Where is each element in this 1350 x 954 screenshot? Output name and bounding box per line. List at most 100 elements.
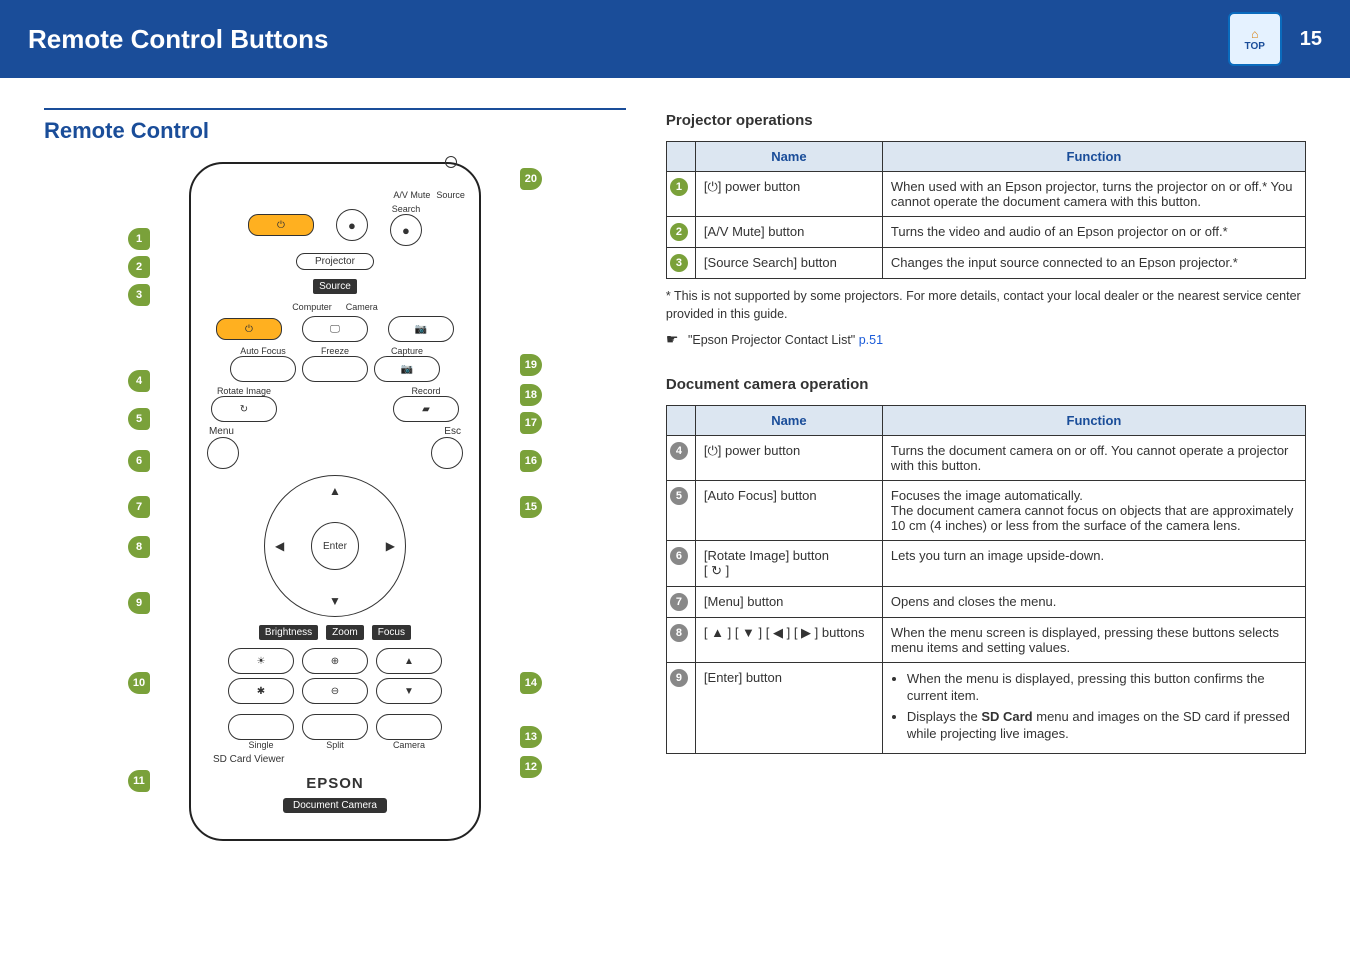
- row-func: Opens and closes the menu.: [882, 586, 1305, 617]
- bullet-item: Displays the SD Card menu and images on …: [907, 708, 1297, 743]
- source-search-button[interactable]: ●: [390, 214, 422, 246]
- source-label: Source: [313, 279, 357, 294]
- menu-label: Menu: [209, 426, 234, 437]
- sdviewer-label: SD Card Viewer: [205, 754, 465, 765]
- split-button[interactable]: [302, 714, 368, 740]
- zoom-label: Zoom: [326, 625, 364, 640]
- table-row: 5 [Auto Focus] button Focuses the image …: [666, 480, 1305, 540]
- col-func: Function: [882, 405, 1305, 435]
- callout-2: 2: [128, 256, 150, 278]
- row-num: 8: [670, 624, 688, 642]
- dpad-up[interactable]: ▲: [329, 484, 341, 498]
- brightness-label: Brightness: [259, 625, 318, 640]
- home-icon: ⌂: [1251, 27, 1258, 41]
- left-column: Remote Control 1 2 3 4 5 6 7 8 9 10 11 2…: [44, 108, 626, 841]
- focus-down[interactable]: ▼: [376, 678, 442, 704]
- single-button[interactable]: [228, 714, 294, 740]
- zoom-in[interactable]: ⊕: [302, 648, 368, 674]
- row-name: [A/V Mute] button: [695, 217, 882, 248]
- callout-20: 20: [520, 168, 542, 190]
- camera-view-button[interactable]: [376, 714, 442, 740]
- row-name: [⏻] power button: [695, 172, 882, 217]
- callout-19: 19: [520, 354, 542, 376]
- avmute-label: A/V Mute: [393, 190, 430, 200]
- callout-1: 1: [128, 228, 150, 250]
- col-func: Function: [882, 142, 1305, 172]
- remote-body: A/V Mute Source ⏻ ● Search ● Projector: [189, 162, 481, 841]
- dpad-right[interactable]: ▶: [386, 539, 395, 553]
- top-badge[interactable]: ⌂ TOP: [1228, 12, 1282, 66]
- enter-button[interactable]: Enter: [311, 522, 359, 570]
- callout-15: 15: [520, 496, 542, 518]
- callout-5: 5: [128, 408, 150, 430]
- row-func: When the menu screen is displayed, press…: [882, 617, 1305, 662]
- freeze-label: Freeze: [302, 346, 368, 356]
- callout-16: 16: [520, 450, 542, 472]
- zoom-out[interactable]: ⊖: [302, 678, 368, 704]
- rotate-label: Rotate Image: [211, 386, 277, 396]
- dpad: ▲ ▼ ◀ ▶ Enter: [264, 475, 406, 617]
- page-number: 15: [1300, 28, 1322, 51]
- dpad-down[interactable]: ▼: [329, 594, 341, 608]
- callout-9: 9: [128, 592, 150, 614]
- callout-3: 3: [128, 284, 150, 306]
- projector-group-label: Projector: [296, 253, 374, 270]
- page-title: Remote Control Buttons: [28, 24, 328, 55]
- ssearch-label1: Source: [436, 190, 465, 200]
- table-row: 4 [⏻] power button Turns the document ca…: [666, 435, 1305, 480]
- row-name: [Menu] button: [695, 586, 882, 617]
- callout-11: 11: [128, 770, 150, 792]
- projector-ops-title: Projector operations: [666, 112, 1306, 129]
- doccam-power-button[interactable]: ⏻: [216, 318, 282, 340]
- computer-source-button[interactable]: 🖵: [302, 316, 368, 342]
- section-title-remote: Remote Control: [44, 108, 626, 144]
- esc-button[interactable]: [431, 437, 463, 469]
- focus-up[interactable]: ▲: [376, 648, 442, 674]
- dpad-left[interactable]: ◀: [275, 539, 284, 553]
- menu-button[interactable]: [207, 437, 239, 469]
- row-func: Turns the video and audio of an Epson pr…: [882, 217, 1305, 248]
- callout-8: 8: [128, 536, 150, 558]
- focus-label: Focus: [372, 625, 411, 640]
- row-num: 9: [670, 669, 688, 687]
- camera-label: Camera: [346, 302, 378, 312]
- single-label: Single: [228, 740, 294, 750]
- computer-label: Computer: [292, 302, 332, 312]
- row-num: 1: [670, 178, 688, 196]
- projector-power-button[interactable]: ⏻: [248, 214, 314, 236]
- row-name: [Source Search] button: [695, 248, 882, 279]
- record-label: Record: [393, 386, 459, 396]
- table-row: 6 [Rotate Image] button [ ↻ ] Lets you t…: [666, 540, 1305, 586]
- autofocus-button[interactable]: [230, 356, 296, 382]
- callout-12: 12: [520, 756, 542, 778]
- row-func: Focuses the image automatically. The doc…: [882, 480, 1305, 540]
- record-button[interactable]: ▰: [393, 396, 459, 422]
- row-func: When the menu is displayed, pressing thi…: [882, 662, 1305, 753]
- brightness-down[interactable]: ✱: [228, 678, 294, 704]
- row-num: 2: [670, 223, 688, 241]
- row-num: 4: [670, 442, 688, 460]
- rotate-button[interactable]: ↻: [211, 396, 277, 422]
- row-func: Lets you turn an image upside-down.: [882, 540, 1305, 586]
- brightness-up[interactable]: ☀: [228, 648, 294, 674]
- freeze-button[interactable]: [302, 356, 368, 382]
- callout-14: 14: [520, 672, 542, 694]
- header-right: ⌂ TOP 15: [1228, 12, 1322, 66]
- table-row: 9 [Enter] button When the menu is displa…: [666, 662, 1305, 753]
- esc-label: Esc: [444, 426, 461, 437]
- avmute-button[interactable]: ●: [336, 209, 368, 241]
- row-num: 5: [670, 487, 688, 505]
- capture-button[interactable]: 📷: [374, 356, 440, 382]
- callout-7: 7: [128, 496, 150, 518]
- callout-13: 13: [520, 726, 542, 748]
- remote-diagram: 1 2 3 4 5 6 7 8 9 10 11 20 19 18 17 16 1…: [44, 162, 626, 841]
- doccam-ops-table: Name Function 4 [⏻] power button Turns t…: [666, 405, 1306, 754]
- row-name: [⏻] power button: [695, 435, 882, 480]
- footnote-link[interactable]: p.51: [859, 333, 883, 347]
- row-func: Changes the input source connected to an…: [882, 248, 1305, 279]
- row-func: When used with an Epson projector, turns…: [882, 172, 1305, 217]
- camera-source-button[interactable]: 📷: [388, 316, 454, 342]
- table-row: 3 [Source Search] button Changes the inp…: [666, 248, 1305, 279]
- top-label: TOP: [1245, 41, 1265, 52]
- callout-18: 18: [520, 384, 542, 406]
